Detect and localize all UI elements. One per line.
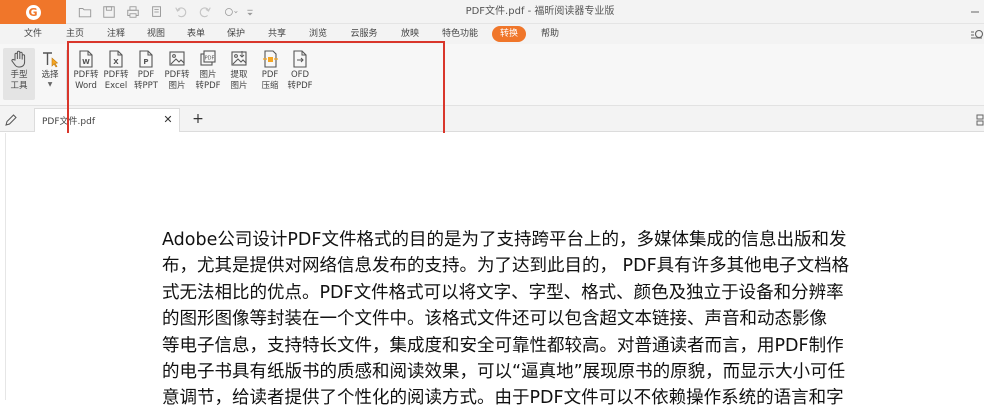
pdf-to-ppt-icon: P — [135, 48, 157, 70]
window-title: PDF文件.pdf - 福昕阅读器专业版 — [465, 6, 615, 17]
chevron-down-icon: ▼ — [47, 81, 53, 88]
text-select-icon — [39, 48, 61, 70]
document-text-line: 布，尤其是提供对网络信息发布的支持。为了达到此目的， PDF具有许多其他电子文档… — [162, 256, 850, 277]
convert-ribbon: 手型 工具 选择 ▼ W PDF转 Word X PDF转 Excel P PD… — [0, 44, 984, 106]
document-view[interactable]: Adobe公司设计PDF文件格式的目的是为了支持跨平台上的，多媒体集成的信息出版… — [0, 133, 984, 408]
menu-file[interactable]: 文件 — [20, 26, 46, 42]
document-text-line: 等电子信息，支持特长文件，集成度和安全可靠性都较高。对普通读者而言，用PDF制作 — [162, 335, 844, 356]
document-text-line: 的电子书具有纸版书的质感和阅读效果，可以“逼真地”展现原书的原貌，而显示大小可任 — [162, 361, 846, 382]
menu-cloud[interactable]: 云服务 — [344, 26, 384, 42]
pdf-to-word-button[interactable]: W PDF转 Word — [70, 48, 102, 92]
hand-tool-button[interactable]: 手型 工具 — [3, 48, 35, 100]
copy-icon[interactable] — [148, 4, 166, 20]
panel-toggle-icon[interactable] — [974, 112, 984, 126]
document-body-text: Adobe公司设计PDF文件格式的目的是为了支持跨平台上的，多媒体集成的信息出版… — [162, 227, 962, 412]
navigation-panel-edge — [0, 133, 6, 400]
menu-form[interactable]: 表单 — [182, 26, 210, 42]
extract-image-icon — [228, 48, 250, 70]
pdf-to-ppt-button[interactable]: P PDF 转PPT — [130, 48, 162, 92]
print-icon[interactable] — [124, 4, 142, 20]
title-bar: G PDF文件.pdf - 福昕阅读器专业版 — [0, 0, 984, 24]
document-tab-bar: PDF文件.pdf ✕ + — [0, 106, 984, 132]
menu-home[interactable]: 主页 — [60, 26, 90, 42]
pdf-compress-button[interactable]: PDF 压缩 — [254, 48, 286, 92]
menu-share[interactable]: 共享 — [263, 26, 291, 42]
open-icon[interactable] — [76, 4, 94, 20]
image-to-pdf-button[interactable]: PDF 图片 转PDF — [192, 48, 224, 92]
document-text-line: Adobe公司设计PDF文件格式的目的是为了支持跨平台上的，多媒体集成的信息出版… — [162, 230, 847, 250]
pdf-to-excel-icon: X — [105, 48, 127, 70]
document-tab-label: PDF文件.pdf — [42, 117, 95, 127]
edit-icon[interactable] — [4, 112, 18, 126]
pdf-to-image-icon — [166, 48, 188, 70]
document-text-line: 式无法相比的优点。PDF文件格式可以将文字、字型、格式、颜色及独立于设备和分辨率 — [162, 282, 844, 303]
stamp-icon[interactable] — [220, 4, 242, 20]
image-to-pdf-icon: PDF — [197, 48, 219, 70]
menu-features[interactable]: 特色功能 — [436, 26, 484, 42]
extract-image-button[interactable]: 提取 图片 — [223, 48, 255, 92]
pdf-to-image-button[interactable]: PDF转 图片 — [161, 48, 193, 92]
undo-icon[interactable] — [172, 4, 190, 20]
app-logo[interactable]: G — [0, 0, 66, 24]
ofd-to-pdf-button[interactable]: OFD 转PDF — [284, 48, 316, 92]
search-icon[interactable] — [970, 27, 984, 41]
menu-browse[interactable]: 浏览 — [304, 26, 332, 42]
foxit-logo-icon: G — [25, 4, 41, 20]
menu-bar: 文件 主页 注释 视图 表单 保护 共享 浏览 云服务 放映 特色功能 转换 帮… — [0, 24, 984, 44]
redo-icon[interactable] — [196, 4, 214, 20]
select-tool-button[interactable]: 选择 ▼ — [34, 48, 66, 89]
svg-text:P: P — [143, 58, 148, 66]
ofd-to-pdf-icon — [289, 48, 311, 70]
pdf-compress-icon — [259, 48, 281, 70]
menu-help[interactable]: 帮助 — [536, 26, 564, 42]
add-tab-button[interactable]: + — [190, 111, 206, 127]
document-text-line: 的图形图像等封装在一个文件中。该格式文件还可以包含超文本链接、声音和动态影像 — [162, 309, 827, 330]
svg-text:PDF: PDF — [205, 56, 215, 62]
close-icon[interactable]: ✕ — [161, 113, 175, 127]
hand-icon — [8, 48, 30, 70]
customize-icon[interactable] — [244, 4, 256, 20]
menu-comment[interactable]: 注释 — [102, 26, 130, 42]
svg-text:W: W — [82, 58, 90, 66]
pdf-to-word-icon: W — [75, 48, 97, 70]
pdf-to-excel-button[interactable]: X PDF转 Excel — [100, 48, 132, 92]
menu-convert[interactable]: 转换 — [492, 26, 527, 42]
minimize-icon[interactable] — [966, 0, 984, 24]
ribbon-separator — [66, 50, 67, 100]
save-icon[interactable] — [100, 4, 118, 20]
menu-slideshow[interactable]: 放映 — [396, 26, 424, 42]
document-tab[interactable]: PDF文件.pdf ✕ — [34, 108, 180, 132]
menu-protect[interactable]: 保护 — [222, 26, 250, 42]
menu-view[interactable]: 视图 — [142, 26, 170, 42]
document-text-line: 意调节，给读者提供了个性化的阅读方式。由于PDF文件可以不依赖操作系统的语言和字 — [162, 388, 844, 409]
svg-text:X: X — [113, 58, 119, 66]
